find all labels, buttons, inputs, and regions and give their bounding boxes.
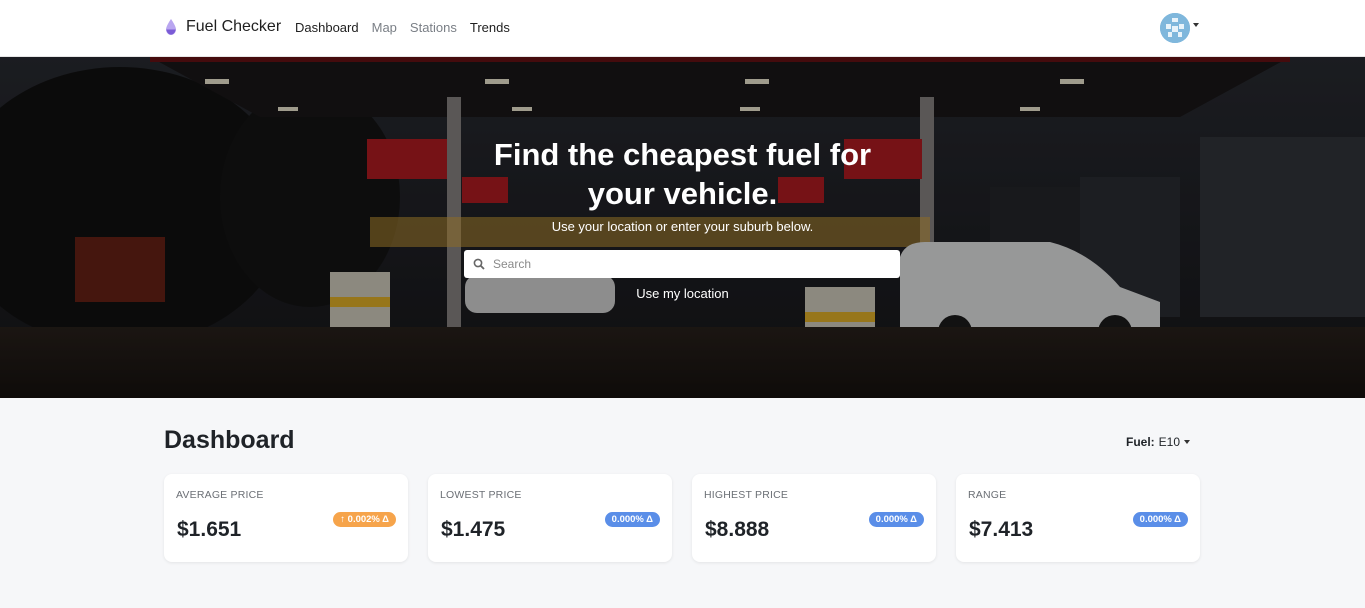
stat-card-lowest: LOWEST PRICE $1.475 0.000% Δ bbox=[428, 474, 672, 562]
fuel-type-select[interactable]: Fuel: E10 bbox=[1126, 435, 1191, 449]
hero-title: Find the cheapest fuel for your vehicle. bbox=[0, 135, 1365, 213]
brand-name: Fuel Checker bbox=[186, 18, 282, 35]
search-icon bbox=[473, 258, 485, 270]
user-menu[interactable] bbox=[1160, 13, 1199, 43]
chevron-down-icon bbox=[1193, 23, 1199, 27]
nav-map[interactable]: Map bbox=[372, 20, 397, 35]
stat-card-range: RANGE $7.413 0.000% Δ bbox=[956, 474, 1200, 562]
hero-title-line2: your vehicle. bbox=[587, 176, 778, 211]
card-value: $1.475 bbox=[441, 518, 506, 541]
card-label: HIGHEST PRICE bbox=[704, 489, 789, 501]
nav-stations[interactable]: Stations bbox=[410, 20, 457, 35]
stat-card-average: AVERAGE PRICE $1.651 ↑ 0.002% Δ bbox=[164, 474, 408, 562]
card-label: LOWEST PRICE bbox=[440, 489, 522, 501]
change-badge: 0.000% Δ bbox=[1132, 512, 1188, 527]
card-label: RANGE bbox=[968, 489, 1007, 501]
card-value: $1.651 bbox=[177, 518, 242, 541]
brand[interactable]: Fuel Checker bbox=[164, 18, 281, 36]
fuel-label: Fuel: bbox=[1126, 435, 1155, 449]
card-value: $7.413 bbox=[969, 518, 1034, 541]
chevron-down-icon bbox=[1184, 440, 1191, 444]
card-value: $8.888 bbox=[705, 518, 770, 541]
avatar bbox=[1160, 13, 1190, 43]
nav-trends[interactable]: Trends bbox=[470, 20, 510, 35]
card-label: AVERAGE PRICE bbox=[176, 489, 264, 501]
use-my-location-link[interactable]: Use my location bbox=[0, 286, 1365, 301]
top-navbar: Fuel Checker Dashboard Map Stations Tren… bbox=[0, 0, 1365, 57]
hero-title-line1: Find the cheapest fuel for bbox=[493, 137, 872, 172]
dashboard-title: Dashboard bbox=[164, 426, 295, 454]
hero-subtitle: Use your location or enter your suburb b… bbox=[551, 219, 814, 234]
stat-card-highest: HIGHEST PRICE $8.888 0.000% Δ bbox=[692, 474, 936, 562]
main-nav: Dashboard Map Stations Trends bbox=[295, 20, 510, 35]
droplet-icon bbox=[166, 19, 176, 35]
search-box[interactable] bbox=[464, 250, 900, 278]
change-badge: ↑ 0.002% Δ bbox=[333, 512, 396, 527]
hero-banner: Find the cheapest fuel for your vehicle.… bbox=[0, 57, 1365, 398]
search-input[interactable] bbox=[493, 257, 883, 271]
change-badge: 0.000% Δ bbox=[868, 512, 924, 527]
nav-dashboard[interactable]: Dashboard bbox=[295, 20, 359, 35]
fuel-value: E10 bbox=[1158, 435, 1181, 449]
change-badge: 0.000% Δ bbox=[604, 512, 660, 527]
